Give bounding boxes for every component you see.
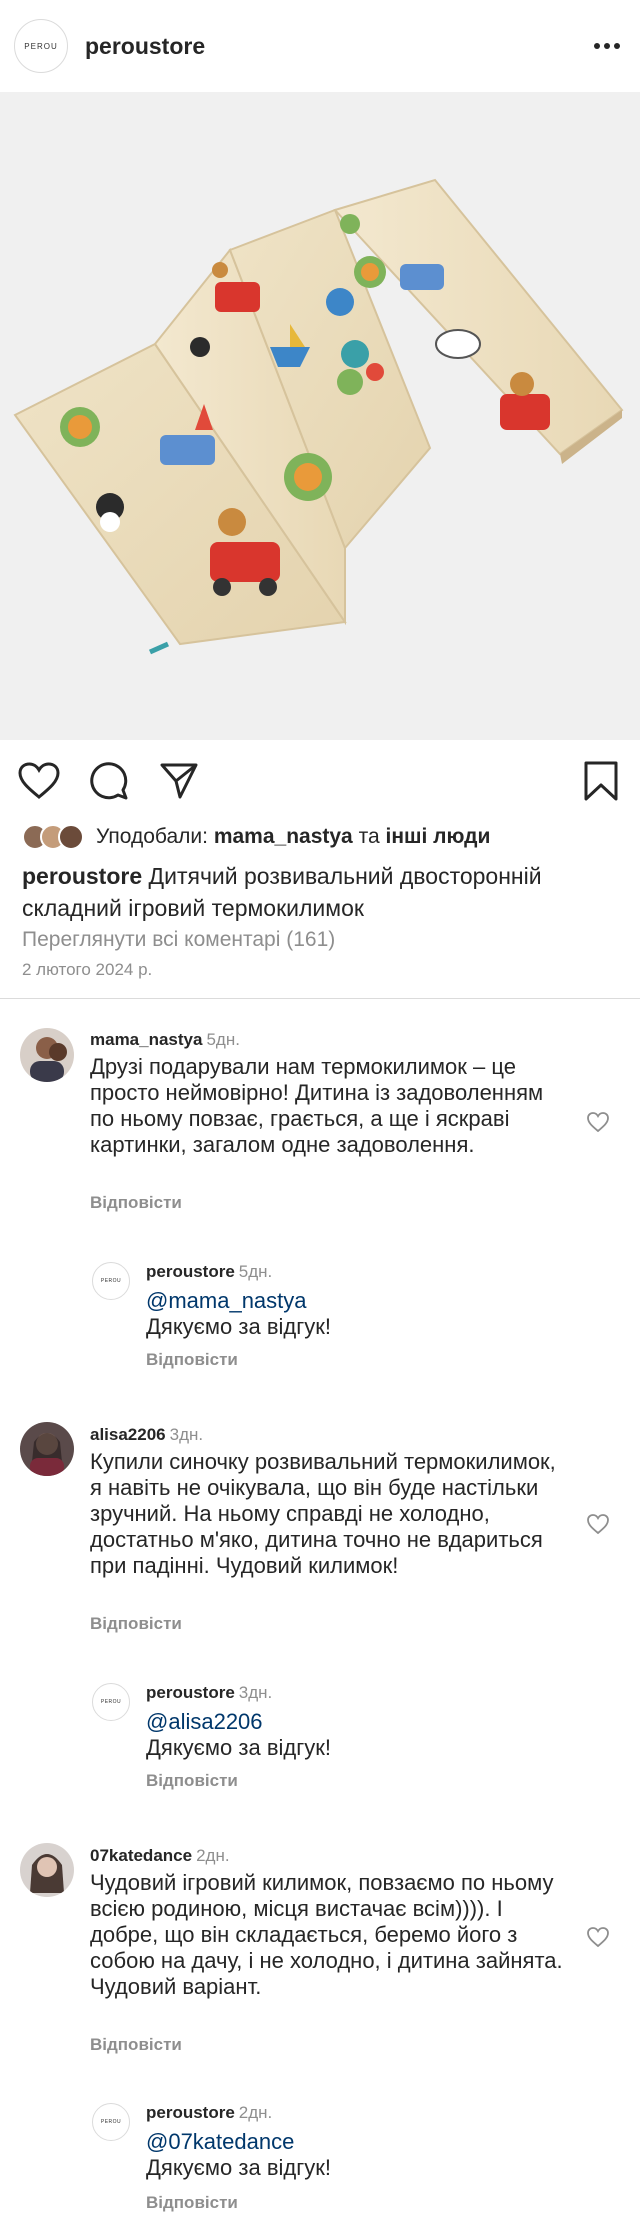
post-image[interactable] [0,92,640,740]
reply-username[interactable]: peroustore [146,1683,235,1702]
comment-time: 2дн. [196,1846,230,1865]
post-caption: peroustore Дитячий розвивальний двосторо… [22,860,622,924]
comment-username[interactable]: mama_nastya [90,1030,202,1049]
post-username[interactable]: peroustore [85,33,205,60]
reply-text: Дякуємо за відгук! [146,1314,331,1339]
post-header: PEROU peroustore [0,0,640,92]
commenter-avatar[interactable] [20,1028,74,1082]
like-comment-heart-icon[interactable] [586,1512,610,1536]
bookmark-icon[interactable] [578,758,624,804]
reply-time: 3дн. [238,1683,273,1702]
comment-username[interactable]: 07katedance [90,1846,192,1865]
reply-header: peroustore 3дн. [146,1683,272,1703]
likes-others[interactable]: інші люди [385,825,490,849]
likers-avatars [22,822,92,852]
caption-username[interactable]: peroustore [22,863,142,889]
likes-first-user[interactable]: mama_nastya [214,825,353,849]
store-logo-text: PEROU [24,41,58,51]
store-reply-avatar[interactable]: PEROU [92,2103,130,2141]
comment-time: 5дн. [206,1030,240,1049]
reply-mention[interactable]: @mama_nastya [146,1288,626,1314]
share-icon[interactable] [156,758,202,804]
reply-header: peroustore 2дн. [146,2103,272,2123]
comment-username[interactable]: alisa2206 [90,1425,166,1444]
play-mat-illustration [13,178,624,655]
reply-time: 2дн. [238,2103,273,2122]
reply-button[interactable]: Відповісти [90,1614,182,1634]
post-actions [0,758,640,808]
comment-time: 3дн. [169,1425,204,1444]
store-avatar[interactable]: PEROU [14,19,68,73]
reply-text: Дякуємо за відгук! [146,1735,331,1760]
reply-logo-text: PEROU [100,1699,122,1705]
reply-username[interactable]: peroustore [146,1262,235,1281]
reply-mention[interactable]: @07katedance [146,2129,626,2155]
view-all-comments-link[interactable]: Переглянути всі коментарі (161) [22,928,335,952]
reply-username[interactable]: peroustore [146,2103,235,2122]
reply-button[interactable]: Відповісти [146,1350,238,1370]
reply-button[interactable]: Відповісти [146,1771,238,1791]
reply-button[interactable]: Відповісти [146,2193,238,2213]
commenter-avatar[interactable] [20,1422,74,1476]
reply-button[interactable]: Відповісти [90,1193,182,1213]
like-comment-heart-icon[interactable] [586,1110,610,1134]
comment-icon[interactable] [86,758,132,804]
likes-summary[interactable]: Уподобали: mama_nastya та інші люди [22,822,490,852]
divider [0,998,640,999]
likes-connector: та [358,825,380,848]
commenter-avatar[interactable] [20,1843,74,1897]
comment-header: mama_nastya 5дн. [90,1030,240,1050]
comment-header: 07katedance 2дн. [90,1846,230,1866]
reply-header: peroustore 5дн. [146,1262,272,1282]
reply-logo-text: PEROU [100,1278,122,1284]
comment-text: Чудовий ігровий килимок, повзаємо по ньо… [90,1870,563,1999]
more-options-icon[interactable] [594,43,620,49]
comment-text: Купили синочку розвивальний термокилимок… [90,1449,556,1578]
like-comment-heart-icon[interactable] [586,1925,610,1949]
reply-mention[interactable]: @alisa2206 [146,1709,626,1735]
reply-text: Дякуємо за відгук! [146,2155,331,2180]
reply-time: 5дн. [238,1262,273,1281]
reply-logo-text: PEROU [100,2119,122,2125]
likes-prefix: Уподобали: [96,825,208,848]
comment-text: Друзі подарували нам термокилимок – це п… [90,1054,544,1157]
liker-avatar [58,824,84,850]
reply-button[interactable]: Відповісти [90,2035,182,2055]
heart-icon[interactable] [16,758,62,804]
store-reply-avatar[interactable]: PEROU [92,1262,130,1300]
post-date: 2 лютого 2024 р. [22,960,153,979]
store-reply-avatar[interactable]: PEROU [92,1683,130,1721]
comment-header: alisa2206 3дн. [90,1425,203,1445]
